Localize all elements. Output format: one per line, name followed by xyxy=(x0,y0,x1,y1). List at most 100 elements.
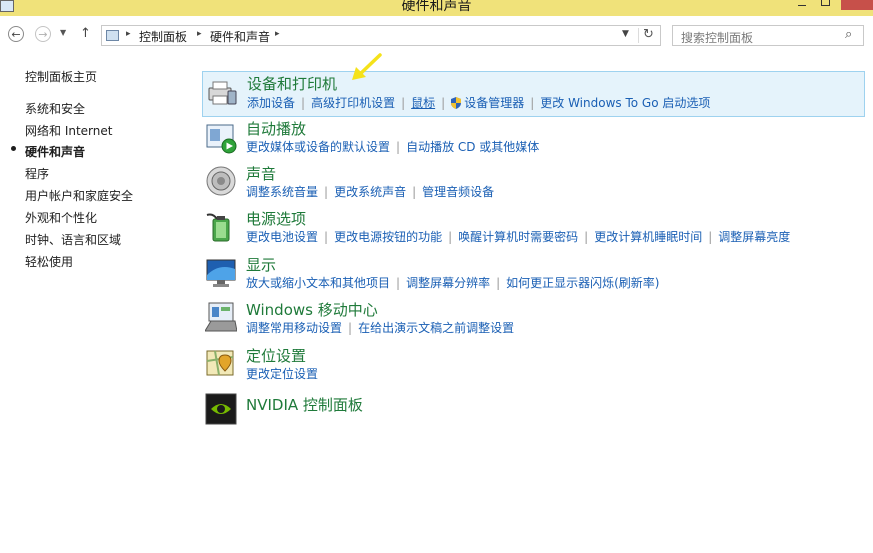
link-separator: | xyxy=(324,185,329,199)
links-mobility-center: 调整常用移动设置 | 在给出演示文稿之前调整设置 xyxy=(246,319,514,336)
link-separator: | xyxy=(396,140,401,154)
link-change-location-settings[interactable]: 更改定位设置 xyxy=(246,367,318,381)
link-device-manager[interactable]: 设备管理器 xyxy=(464,96,524,110)
power-options-icon xyxy=(206,213,230,242)
nav-control-panel-home[interactable]: 控制面板主页 xyxy=(25,68,97,85)
mobility-center-icon xyxy=(205,302,237,332)
link-separator: | xyxy=(530,96,535,110)
link-separator: | xyxy=(401,96,406,110)
link-add-device[interactable]: 添加设备 xyxy=(247,96,295,110)
recent-locations-chevron-icon[interactable]: ▼ xyxy=(60,28,66,37)
display-icon xyxy=(206,259,236,287)
breadcrumb-control-panel[interactable]: 控制面板 xyxy=(139,28,187,45)
link-separator: | xyxy=(584,230,589,244)
nvidia-icon xyxy=(205,393,237,425)
category-display[interactable]: 显示 放大或缩小文本和其他项目 | 调整屏幕分辨率 | 如何更正显示器闪烁(刷新率) xyxy=(202,253,865,297)
link-mouse[interactable]: 鼠标 xyxy=(411,96,435,110)
links-power-options: 更改电池设置 | 更改电源按钮的功能 | 唤醒计算机时需要密码 | 更改计算机睡眠时间 | 调整… xyxy=(246,228,790,245)
link-separator: | xyxy=(348,321,353,335)
link-manage-audio-devices[interactable]: 管理音频设备 xyxy=(422,185,494,199)
nav-clock-language-region[interactable]: 时钟、语言和区域 xyxy=(25,231,121,248)
uac-shield-icon xyxy=(451,97,462,109)
speaker-icon xyxy=(206,166,236,196)
autoplay-icon xyxy=(206,124,237,154)
link-mobility-settings[interactable]: 调整常用移动设置 xyxy=(246,321,342,335)
current-page-bullet xyxy=(11,146,16,151)
control-panel-location-icon xyxy=(106,30,119,41)
search-placeholder: 搜索控制面板 xyxy=(681,31,754,45)
heading-autoplay[interactable]: 自动播放 xyxy=(246,118,306,139)
navigation-bar: ← → ▼ ↑ ▸ 控制面板 ▸ 硬件和声音 ▸ ▼ ↻ 搜索控制面板 ⌕ xyxy=(0,16,873,56)
link-battery-settings[interactable]: 更改电池设置 xyxy=(246,230,318,244)
address-dropdown-chevron-icon[interactable]: ▼ xyxy=(622,29,629,39)
nav-appearance[interactable]: 外观和个性化 xyxy=(25,209,97,226)
nav-hardware-sound[interactable]: 硬件和声音 xyxy=(25,143,85,160)
nav-programs[interactable]: 程序 xyxy=(25,165,49,182)
heading-power-options[interactable]: 电源选项 xyxy=(246,208,306,229)
link-screen-brightness[interactable]: 调整屏幕亮度 xyxy=(718,230,790,244)
title-bar: 硬件和声音 xyxy=(0,0,873,16)
link-separator: | xyxy=(396,276,401,290)
forward-button[interactable]: → xyxy=(35,26,51,42)
address-bar[interactable]: ▸ 控制面板 ▸ 硬件和声音 ▸ ▼ ↻ xyxy=(101,25,661,46)
breadcrumb-hardware-sound[interactable]: 硬件和声音 xyxy=(210,28,270,45)
breadcrumb-separator-icon[interactable]: ▸ xyxy=(197,29,202,39)
link-sleep-time[interactable]: 更改计算机睡眠时间 xyxy=(594,230,702,244)
heading-display[interactable]: 显示 xyxy=(246,254,276,275)
link-separator: | xyxy=(324,230,329,244)
link-adjust-volume[interactable]: 调整系统音量 xyxy=(246,185,318,199)
link-windows-to-go[interactable]: 更改 Windows To Go 启动选项 xyxy=(540,96,710,110)
breadcrumb-separator-icon[interactable]: ▸ xyxy=(275,29,280,39)
link-separator: | xyxy=(301,96,306,110)
nav-ease-of-access[interactable]: 轻松使用 xyxy=(25,253,73,270)
back-button[interactable]: ← xyxy=(8,26,24,42)
link-screen-resolution[interactable]: 调整屏幕分辨率 xyxy=(406,276,490,290)
links-devices-printers: 添加设备 | 高级打印机设置 | 鼠标 | 设备管理器 | 更改 Windows To Go 启… xyxy=(247,94,710,111)
link-change-system-sounds[interactable]: 更改系统声音 xyxy=(334,185,406,199)
location-icon xyxy=(206,350,234,376)
link-text-size[interactable]: 放大或缩小文本和其他项目 xyxy=(246,276,390,290)
back-arrow-icon: ← xyxy=(11,28,21,41)
close-button[interactable] xyxy=(841,0,873,10)
link-separator: | xyxy=(412,185,417,199)
link-wake-password[interactable]: 唤醒计算机时需要密码 xyxy=(458,230,578,244)
category-autoplay[interactable]: 自动播放 更改媒体或设备的默认设置 | 自动播放 CD 或其他媒体 xyxy=(202,117,865,161)
heading-nvidia-control-panel[interactable]: NVIDIA 控制面板 xyxy=(246,394,363,415)
link-presentation-settings[interactable]: 在给出演示文稿之前调整设置 xyxy=(358,321,514,335)
devices-printers-icon xyxy=(208,81,237,105)
link-separator: | xyxy=(708,230,713,244)
link-refresh-rate[interactable]: 如何更正显示器闪烁(刷新率) xyxy=(506,276,659,290)
category-devices-printers[interactable]: 设备和打印机 添加设备 | 高级打印机设置 | 鼠标 | 设备管理器 | 更改 Windows … xyxy=(202,71,865,117)
window-title: 硬件和声音 xyxy=(401,0,472,14)
link-separator: | xyxy=(496,276,501,290)
links-location-settings: 更改定位设置 xyxy=(246,365,318,382)
heading-sound[interactable]: 声音 xyxy=(246,163,276,184)
breadcrumb-separator-icon[interactable]: ▸ xyxy=(126,29,131,39)
category-mobility-center[interactable]: Windows 移动中心 调整常用移动设置 | 在给出演示文稿之前调整设置 xyxy=(202,298,865,342)
link-autoplay-cd[interactable]: 自动播放 CD 或其他媒体 xyxy=(406,140,539,154)
maximize-button[interactable] xyxy=(818,0,832,8)
heading-devices-printers[interactable]: 设备和打印机 xyxy=(247,73,337,94)
links-sound: 调整系统音量 | 更改系统声音 | 管理音频设备 xyxy=(246,183,494,200)
category-sound[interactable]: 声音 调整系统音量 | 更改系统声音 | 管理音频设备 xyxy=(202,162,865,206)
link-power-button-function[interactable]: 更改电源按钮的功能 xyxy=(334,230,442,244)
heading-mobility-center[interactable]: Windows 移动中心 xyxy=(246,299,378,320)
links-display: 放大或缩小文本和其他项目 | 调整屏幕分辨率 | 如何更正显示器闪烁(刷新率) xyxy=(246,274,660,291)
category-power-options[interactable]: 电源选项 更改电池设置 | 更改电源按钮的功能 | 唤醒计算机时需要密码 | 更改计算机睡眠… xyxy=(202,207,865,251)
annotation-arrow-icon xyxy=(352,53,382,80)
link-change-media-defaults[interactable]: 更改媒体或设备的默认设置 xyxy=(246,140,390,154)
search-icon[interactable]: ⌕ xyxy=(845,27,852,42)
refresh-icon[interactable]: ↻ xyxy=(643,27,654,42)
nav-user-accounts[interactable]: 用户帐户和家庭安全 xyxy=(25,187,133,204)
nav-network-internet[interactable]: 网络和 Internet xyxy=(25,122,112,139)
address-divider xyxy=(638,28,639,43)
up-arrow-icon[interactable]: ↑ xyxy=(80,26,91,41)
search-input[interactable]: 搜索控制面板 ⌕ xyxy=(672,25,864,46)
minimize-button[interactable] xyxy=(795,0,809,8)
category-nvidia-control-panel[interactable]: NVIDIA 控制面板 xyxy=(202,392,865,428)
link-advanced-printer-setup[interactable]: 高级打印机设置 xyxy=(311,96,395,110)
category-location-settings[interactable]: 定位设置 更改定位设置 xyxy=(202,344,865,388)
heading-location-settings[interactable]: 定位设置 xyxy=(246,345,306,366)
forward-arrow-icon: → xyxy=(38,28,48,41)
nav-system-security[interactable]: 系统和安全 xyxy=(25,100,85,117)
